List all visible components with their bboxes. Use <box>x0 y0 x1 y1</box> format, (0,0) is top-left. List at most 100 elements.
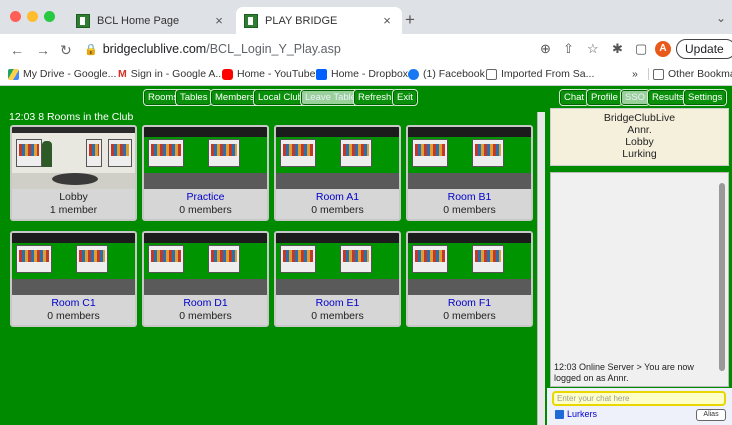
bookmark-facebook[interactable]: (1) Facebook <box>408 68 485 80</box>
room-scene-image <box>144 127 267 189</box>
other-bookmarks-folder[interactable]: Other Bookmarks <box>648 68 732 80</box>
profile-avatar[interactable]: A <box>655 41 671 57</box>
chat-log: 12:03 Online Server > You are now logged… <box>550 172 729 387</box>
gmail-icon: M <box>118 68 127 80</box>
leave-table-button[interactable]: Leave Table <box>300 89 362 106</box>
tab-close-icon[interactable]: × <box>380 13 394 28</box>
sso-button[interactable]: SSO <box>620 89 651 106</box>
zoom-icon[interactable]: ⊕ <box>540 41 551 57</box>
room-name[interactable]: Room F1 <box>408 297 531 310</box>
share-out-icon <box>555 409 564 419</box>
tables-button[interactable]: Tables <box>175 89 213 106</box>
room-member-count: 0 members <box>47 310 100 322</box>
room-member-count: 0 members <box>179 310 232 322</box>
dropbox-icon <box>316 68 327 80</box>
room-card-c1[interactable]: Room C1 0 members <box>10 231 137 327</box>
room-card-practice[interactable]: Practice 0 members <box>142 125 269 221</box>
room-name[interactable]: Room A1 <box>276 191 399 204</box>
rooms-scrollbar[interactable] <box>537 112 545 425</box>
google-drive-icon <box>8 68 19 80</box>
bookmark-label: My Drive - Google... <box>23 68 117 80</box>
bookmark-gmail[interactable]: M Sign in - Google A... <box>118 68 224 80</box>
bookmark-label: Home - Dropbox <box>331 68 409 80</box>
bookmarks-overflow-icon[interactable]: » <box>632 68 638 80</box>
room-name[interactable]: Room D1 <box>144 297 267 310</box>
url-path: /BCL_Login_Y_Play.asp <box>206 42 341 56</box>
room-card-b1[interactable]: Room B1 0 members <box>406 125 533 221</box>
room-card-d1[interactable]: Room D1 0 members <box>142 231 269 327</box>
room-name[interactable]: Practice <box>144 191 267 204</box>
new-tab-button[interactable]: + <box>405 10 415 30</box>
bookmark-label: Other Bookmarks <box>668 68 732 80</box>
profile-button[interactable]: Profile <box>586 89 623 106</box>
youtube-icon <box>222 68 233 80</box>
room-name: Lobby <box>59 191 88 203</box>
tab-play-bridge[interactable]: PLAY BRIDGE × <box>236 7 402 34</box>
update-button[interactable]: Update⋮ <box>676 39 732 59</box>
bookmark-star-icon[interactable]: ☆ <box>587 41 599 57</box>
chat-message: 12:03 Online Server > You are now logged… <box>554 362 694 383</box>
lurkers-link[interactable]: Lurkers <box>555 409 597 419</box>
settings-button[interactable]: Settings <box>683 89 728 106</box>
bookmark-label: Imported From Sa... <box>501 68 595 80</box>
close-window-button[interactable] <box>10 11 21 22</box>
rooms-header: 12:03 8 Rooms in the Club <box>6 110 540 124</box>
room-scene-image <box>408 127 531 189</box>
tab-title: BCL Home Page <box>97 14 180 27</box>
tab-close-icon[interactable]: × <box>212 13 226 28</box>
room-name[interactable]: Room B1 <box>408 191 531 204</box>
bcl-favicon-icon <box>244 13 258 28</box>
extensions-puzzle-icon[interactable]: ✱ <box>612 41 623 57</box>
bridge-app: Rooms Tables Members Local Club Leave Ta… <box>0 86 732 425</box>
minimize-window-button[interactable] <box>27 11 38 22</box>
user-status: Lurking <box>622 148 657 160</box>
url-field[interactable]: 🔒 bridgeclublive.com/BCL_Login_Y_Play.asp <box>84 42 341 56</box>
room-scene-image <box>408 233 531 295</box>
window-controls <box>10 11 55 22</box>
bookmark-dropbox[interactable]: Home - Dropbox <box>316 68 408 80</box>
room-card-e1[interactable]: Room E1 0 members <box>274 231 401 327</box>
room-member-count: 0 members <box>443 204 496 216</box>
update-label: Update <box>685 42 724 56</box>
back-arrow-icon[interactable]: ← <box>10 42 24 58</box>
room-scene-image <box>12 233 135 295</box>
bookmark-folder-imported[interactable]: Imported From Sa... <box>486 68 594 80</box>
user-info-panel: BridgeClubLive Annr. Lobby Lurking <box>550 108 729 166</box>
alias-button[interactable]: Alias <box>696 409 726 421</box>
reload-icon[interactable]: ↻ <box>60 42 72 59</box>
room-name[interactable]: Room E1 <box>276 297 399 310</box>
tab-bcl-home[interactable]: BCL Home Page × <box>68 7 234 34</box>
user-location: Lobby <box>625 136 654 148</box>
chat-input[interactable] <box>552 391 726 406</box>
room-member-count: 0 members <box>311 204 364 216</box>
room-member-count: 0 members <box>311 310 364 322</box>
room-scene-image <box>276 233 399 295</box>
forward-arrow-icon[interactable]: → <box>36 42 50 58</box>
room-card-f1[interactable]: Room F1 0 members <box>406 231 533 327</box>
bcl-favicon-icon <box>76 13 90 28</box>
room-member-count: 0 members <box>443 310 496 322</box>
exit-button[interactable]: Exit <box>392 89 418 106</box>
room-name[interactable]: Room C1 <box>12 297 135 310</box>
bookmark-youtube[interactable]: Home - YouTube <box>222 68 315 80</box>
room-scene-image <box>144 233 267 295</box>
room-card-lobby[interactable]: Lobby 1 member <box>10 125 137 221</box>
bookmark-label: Home - YouTube <box>237 68 316 80</box>
tab-title: PLAY BRIDGE <box>265 14 338 27</box>
zoom-window-button[interactable] <box>44 11 55 22</box>
username: Annr. <box>627 124 652 136</box>
bookmark-google-drive[interactable]: My Drive - Google... <box>8 68 116 80</box>
share-icon[interactable]: ⇧ <box>563 41 574 57</box>
lock-icon: 🔒 <box>84 44 98 56</box>
bookmarks-bar: My Drive - Google... M Sign in - Google A… <box>0 64 732 86</box>
tab-search-chevron-icon[interactable]: ⌄ <box>716 11 726 25</box>
side-panel-icon[interactable]: ▢ <box>635 41 647 57</box>
refresh-button[interactable]: Refresh <box>353 89 397 106</box>
bookmark-label: Sign in - Google A... <box>130 68 225 80</box>
room-card-a1[interactable]: Room A1 0 members <box>274 125 401 221</box>
address-bar: ← → ↻ 🔒 bridgeclublive.com/BCL_Login_Y_Pl… <box>0 34 732 64</box>
folder-icon <box>653 68 664 80</box>
chat-scrollbar[interactable] <box>719 183 725 371</box>
chat-button[interactable]: Chat <box>559 89 590 106</box>
folder-icon <box>486 68 497 80</box>
